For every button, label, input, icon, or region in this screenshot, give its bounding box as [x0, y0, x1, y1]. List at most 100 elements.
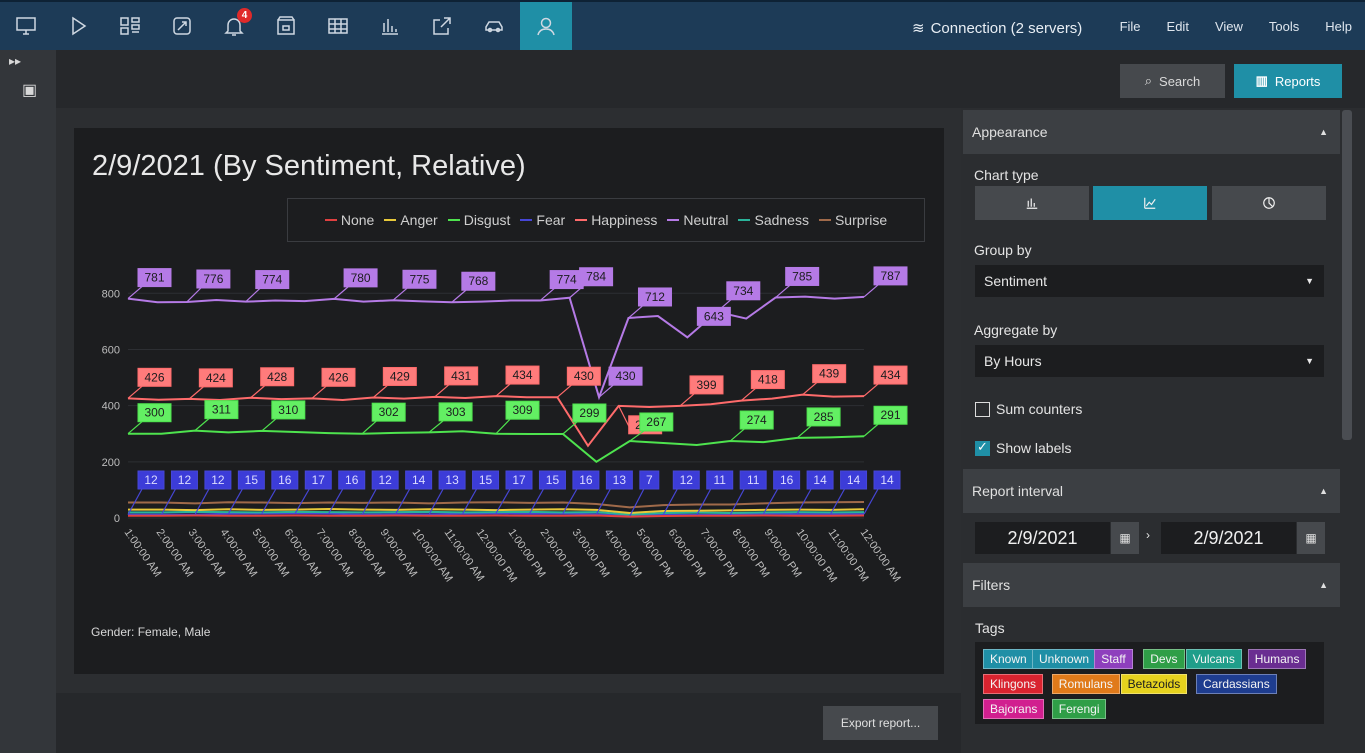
- group-by-select[interactable]: Sentiment ▼: [975, 265, 1324, 297]
- data-label: 15: [546, 473, 560, 487]
- menu-help[interactable]: Help: [1312, 19, 1365, 34]
- camera-icon[interactable]: ▣: [22, 80, 37, 100]
- data-label-leader: [628, 305, 643, 319]
- data-label: 274: [747, 413, 767, 427]
- tag-vulcans[interactable]: Vulcans: [1185, 649, 1242, 669]
- pie-chart-type-icon: [1263, 197, 1275, 209]
- data-label: 434: [880, 368, 900, 382]
- data-label: 14: [880, 473, 894, 487]
- tag-known[interactable]: Known: [983, 649, 1034, 669]
- tag-ferengi[interactable]: Ferengi: [1051, 699, 1107, 719]
- tag-romulans[interactable]: Romulans: [1051, 674, 1120, 694]
- export-icon[interactable]: [416, 2, 468, 50]
- chart-type-label: Chart type: [974, 167, 1039, 183]
- menu-tools[interactable]: Tools: [1256, 19, 1312, 34]
- menu-bar: File Edit View Tools Help: [1107, 2, 1365, 50]
- aggregate-by-select[interactable]: By Hours ▼: [975, 345, 1324, 377]
- date-range-arrow-icon: ›: [1146, 528, 1150, 542]
- data-label-leader: [186, 287, 202, 303]
- y-tick-label: 400: [102, 401, 120, 413]
- data-label-leader: [428, 420, 444, 433]
- tag-unknown[interactable]: Unknown: [1032, 649, 1097, 669]
- data-label-leader: [250, 385, 266, 399]
- data-label-leader: [796, 425, 812, 439]
- data-label: 14: [412, 473, 426, 487]
- data-label: 16: [780, 473, 794, 487]
- data-label-leader: [127, 421, 143, 435]
- search-button[interactable]: ⌕ Search: [1120, 64, 1225, 98]
- data-label: 16: [278, 473, 292, 487]
- data-label: 434: [512, 368, 532, 382]
- data-label-leader: [562, 421, 578, 435]
- line-chart-type-button[interactable]: [1093, 186, 1207, 220]
- tag-staff[interactable]: Staff: [1094, 649, 1133, 669]
- data-label: 430: [616, 369, 636, 383]
- reports-label: Reports: [1274, 73, 1321, 89]
- pie-chart-type-button[interactable]: [1212, 186, 1326, 220]
- tag-humans[interactable]: Humans: [1247, 649, 1307, 669]
- connection-label: Connection (2 servers): [930, 19, 1083, 37]
- filters-title: Filters: [972, 577, 1011, 593]
- data-label: 431: [451, 369, 471, 383]
- monitor-icon[interactable]: [0, 2, 52, 50]
- calendar-icon[interactable]: ▦: [1297, 522, 1325, 554]
- grid-icon[interactable]: [312, 2, 364, 50]
- face-user-icon[interactable]: [520, 2, 572, 50]
- filters-header[interactable]: Filters ▲: [963, 563, 1340, 607]
- menu-edit[interactable]: Edit: [1154, 19, 1202, 34]
- chart-panel: 2/9/2021 (By Sentiment, Relative) None An…: [74, 128, 944, 674]
- search-label: Search: [1159, 73, 1201, 89]
- report-interval-header[interactable]: Report interval ▲: [963, 469, 1340, 513]
- tag-bajorans[interactable]: Bajorans: [983, 699, 1045, 719]
- archive-icon[interactable]: [260, 2, 312, 50]
- data-label: 424: [206, 371, 226, 385]
- play-icon[interactable]: [52, 2, 104, 50]
- data-label: 15: [479, 473, 493, 487]
- data-label: 785: [792, 269, 812, 283]
- bar-chart-type-button[interactable]: [975, 186, 1089, 220]
- report-interval-title: Report interval: [972, 483, 1064, 499]
- alarm-count-badge: 4: [237, 8, 252, 23]
- data-label: 12: [379, 473, 393, 487]
- tag-cardassians[interactable]: Cardassians: [1196, 674, 1277, 694]
- alarm-bell-icon[interactable]: 4: [208, 2, 260, 50]
- reports-button[interactable]: ▥ Reports: [1234, 64, 1342, 98]
- appearance-header[interactable]: Appearance ▲: [963, 110, 1340, 154]
- data-label: 712: [645, 290, 665, 304]
- report-header-bar: ⌕ Search ▥ Reports: [56, 50, 1365, 108]
- data-label: 775: [409, 272, 429, 286]
- export-report-button[interactable]: Export report...: [823, 706, 938, 740]
- calendar-icon[interactable]: ▦: [1111, 522, 1139, 554]
- data-label-leader: [556, 384, 572, 398]
- data-label: 291: [880, 408, 900, 422]
- tag-devs[interactable]: Devs: [1143, 649, 1185, 669]
- sum-counters-checkbox[interactable]: [975, 402, 990, 417]
- tracking-icon[interactable]: [156, 2, 208, 50]
- data-label-leader: [863, 488, 879, 515]
- data-label: 774: [557, 273, 577, 287]
- expand-icon[interactable]: ▸▸: [9, 54, 21, 68]
- date-from-input[interactable]: 2/9/2021: [975, 522, 1110, 554]
- panel-scrollbar[interactable]: [1342, 110, 1352, 440]
- layout-icon[interactable]: [104, 2, 156, 50]
- data-label-leader: [428, 488, 444, 515]
- series-line-surprise: [128, 500, 865, 509]
- data-label: 734: [733, 284, 753, 298]
- show-labels-checkbox[interactable]: [975, 439, 990, 456]
- bar-chart-icon[interactable]: [364, 2, 416, 50]
- date-to-input[interactable]: 2/9/2021: [1161, 522, 1296, 554]
- menu-file[interactable]: File: [1107, 19, 1154, 34]
- tag-betazoids[interactable]: Betazoids: [1120, 674, 1188, 694]
- data-label-leader: [245, 288, 261, 303]
- data-label-leader: [361, 420, 377, 435]
- series-line-disgust: [128, 429, 865, 464]
- car-icon[interactable]: [468, 2, 520, 50]
- sum-counters-label: Sum counters: [996, 401, 1083, 417]
- aggregate-by-label: Aggregate by: [974, 322, 1058, 338]
- menu-view[interactable]: View: [1202, 19, 1256, 34]
- tag-klingons[interactable]: Klingons: [983, 674, 1044, 694]
- collapse-icon: ▲: [1319, 127, 1328, 137]
- data-label: 285: [814, 410, 834, 424]
- connection-status[interactable]: ≋ Connection (2 servers): [912, 19, 1083, 38]
- data-label: 16: [345, 473, 359, 487]
